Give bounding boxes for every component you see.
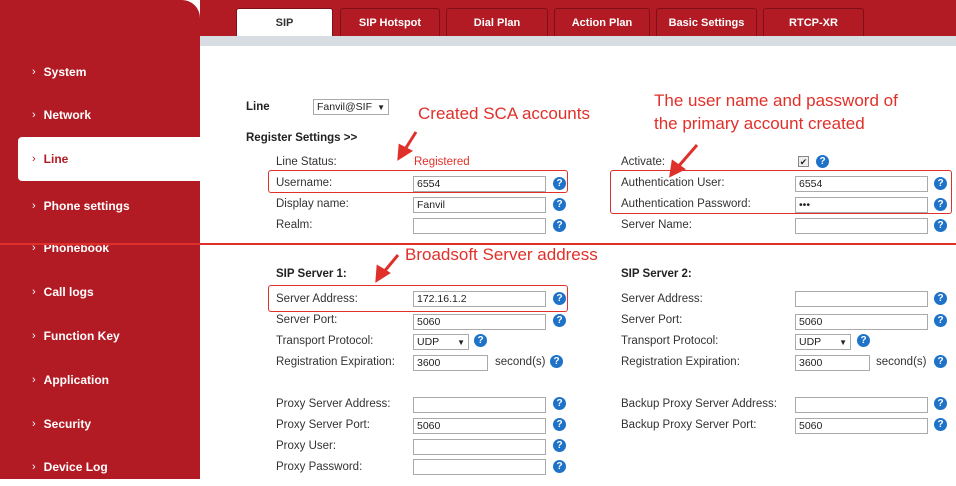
arrow-primary (675, 144, 699, 169)
annotation-arrows (375, 131, 699, 283)
arrow-sca-head (397, 143, 414, 161)
